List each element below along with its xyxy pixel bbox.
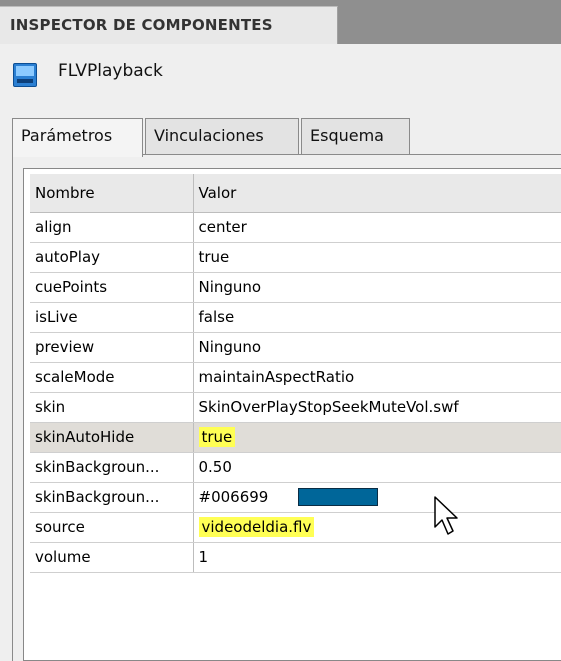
panel-title-bar: INSPECTOR DE COMPONENTES xyxy=(0,0,561,44)
tab-parametros[interactable]: Parámetros xyxy=(12,118,143,157)
param-value[interactable]: 0.50 xyxy=(193,452,561,483)
param-name: skinBackgroun... xyxy=(30,452,194,483)
column-header-name[interactable]: Nombre xyxy=(30,174,194,213)
param-name: isLive xyxy=(30,302,194,333)
flv-playback-icon xyxy=(13,63,37,87)
color-swatch[interactable] xyxy=(298,488,379,507)
param-value[interactable]: videodeldia.flv xyxy=(193,512,561,543)
table-row[interactable]: volume 1 xyxy=(30,542,561,573)
param-name: skinAutoHide xyxy=(30,422,194,453)
param-value[interactable]: 1 xyxy=(193,542,561,573)
param-name: volume xyxy=(30,542,194,573)
param-value[interactable]: true xyxy=(193,242,561,273)
param-value[interactable]: center xyxy=(193,212,561,243)
param-value[interactable]: false xyxy=(193,302,561,333)
table-row[interactable]: preview Ninguno xyxy=(30,332,561,363)
param-value[interactable]: maintainAspectRatio xyxy=(193,362,561,393)
parameters-table-container: Nombre Valor align center autoPlay true … xyxy=(23,168,561,661)
param-name: align xyxy=(30,212,194,243)
component-name: FLVPlayback xyxy=(58,61,163,81)
mouse-pointer-icon xyxy=(434,496,458,535)
tab-content-border xyxy=(12,154,13,661)
param-value[interactable]: true xyxy=(193,422,561,453)
table-row[interactable]: skin SkinOverPlayStopSeekMuteVol.swf xyxy=(30,392,561,423)
highlighted-value: true xyxy=(198,427,236,447)
column-header-value[interactable]: Valor xyxy=(193,174,561,213)
parameters-table: Nombre Valor align center autoPlay true … xyxy=(30,174,561,573)
param-name: skin xyxy=(30,392,194,423)
inspector-tabs: Parámetros Vinculaciones Esquema xyxy=(12,118,561,157)
table-row-selected[interactable]: skinAutoHide true xyxy=(30,422,561,453)
param-name: scaleMode xyxy=(30,362,194,393)
param-value[interactable]: SkinOverPlayStopSeekMuteVol.swf xyxy=(193,392,561,423)
table-row[interactable]: skinBackgroun... #006699 xyxy=(30,482,561,513)
param-value[interactable]: Ninguno xyxy=(193,272,561,303)
table-row[interactable]: cuePoints Ninguno xyxy=(30,272,561,303)
param-value[interactable]: Ninguno xyxy=(193,332,561,363)
highlighted-value: videodeldia.flv xyxy=(198,517,315,537)
tab-vinculaciones[interactable]: Vinculaciones xyxy=(145,118,299,155)
param-name: cuePoints xyxy=(30,272,194,303)
component-header: FLVPlayback xyxy=(0,44,561,104)
param-name: source xyxy=(30,512,194,543)
table-row[interactable]: align center xyxy=(30,212,561,243)
param-name: preview xyxy=(30,332,194,363)
panel-title[interactable]: INSPECTOR DE COMPONENTES xyxy=(0,6,338,44)
table-row[interactable]: skinBackgroun... 0.50 xyxy=(30,452,561,483)
component-inspector-panel: FLVPlayback Parámetros Vinculaciones Esq… xyxy=(0,44,561,661)
color-value-text: #006699 xyxy=(198,487,269,506)
tab-esquema[interactable]: Esquema xyxy=(301,118,410,155)
param-name: autoPlay xyxy=(30,242,194,273)
table-row[interactable]: autoPlay true xyxy=(30,242,561,273)
param-value[interactable]: #006699 xyxy=(193,482,561,513)
table-header-row: Nombre Valor xyxy=(30,174,561,213)
table-row[interactable]: scaleMode maintainAspectRatio xyxy=(30,362,561,393)
param-name: skinBackgroun... xyxy=(30,482,194,513)
table-row[interactable]: source videodeldia.flv xyxy=(30,512,561,543)
table-row[interactable]: isLive false xyxy=(30,302,561,333)
